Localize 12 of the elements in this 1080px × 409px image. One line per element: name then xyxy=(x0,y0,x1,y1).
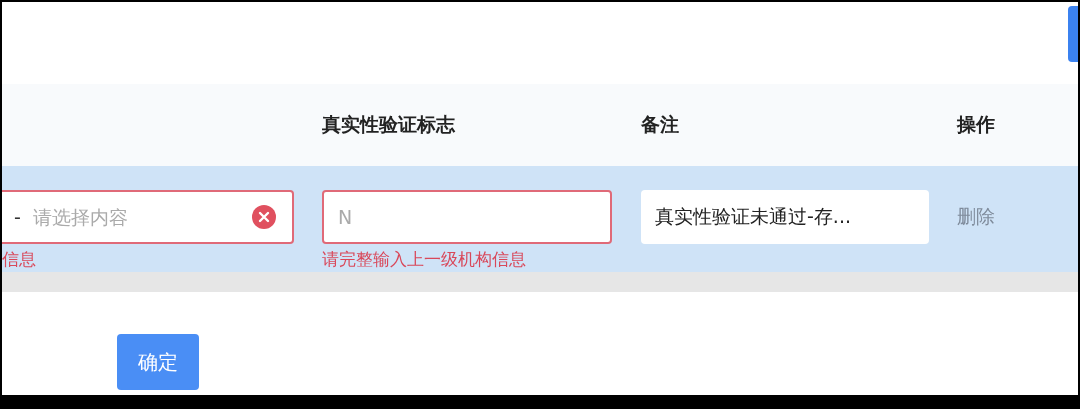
error-message: 请完整输入上一级机构信息 xyxy=(322,248,527,271)
column-header: 备注 xyxy=(641,113,679,135)
remark-field[interactable]: 真实性验证未通过-存... xyxy=(641,190,929,244)
scrollbar[interactable] xyxy=(2,272,1078,292)
range-separator: - xyxy=(14,206,21,228)
clear-icon[interactable] xyxy=(252,205,276,229)
column-header: 操作 xyxy=(957,113,995,135)
error-message: 信息 xyxy=(2,248,37,271)
column-header: 真实性验证标志 xyxy=(322,113,455,135)
side-button[interactable] xyxy=(1068,6,1078,62)
select-field[interactable]: - 请选择内容 xyxy=(2,190,294,244)
input-field[interactable]: N xyxy=(322,190,612,244)
